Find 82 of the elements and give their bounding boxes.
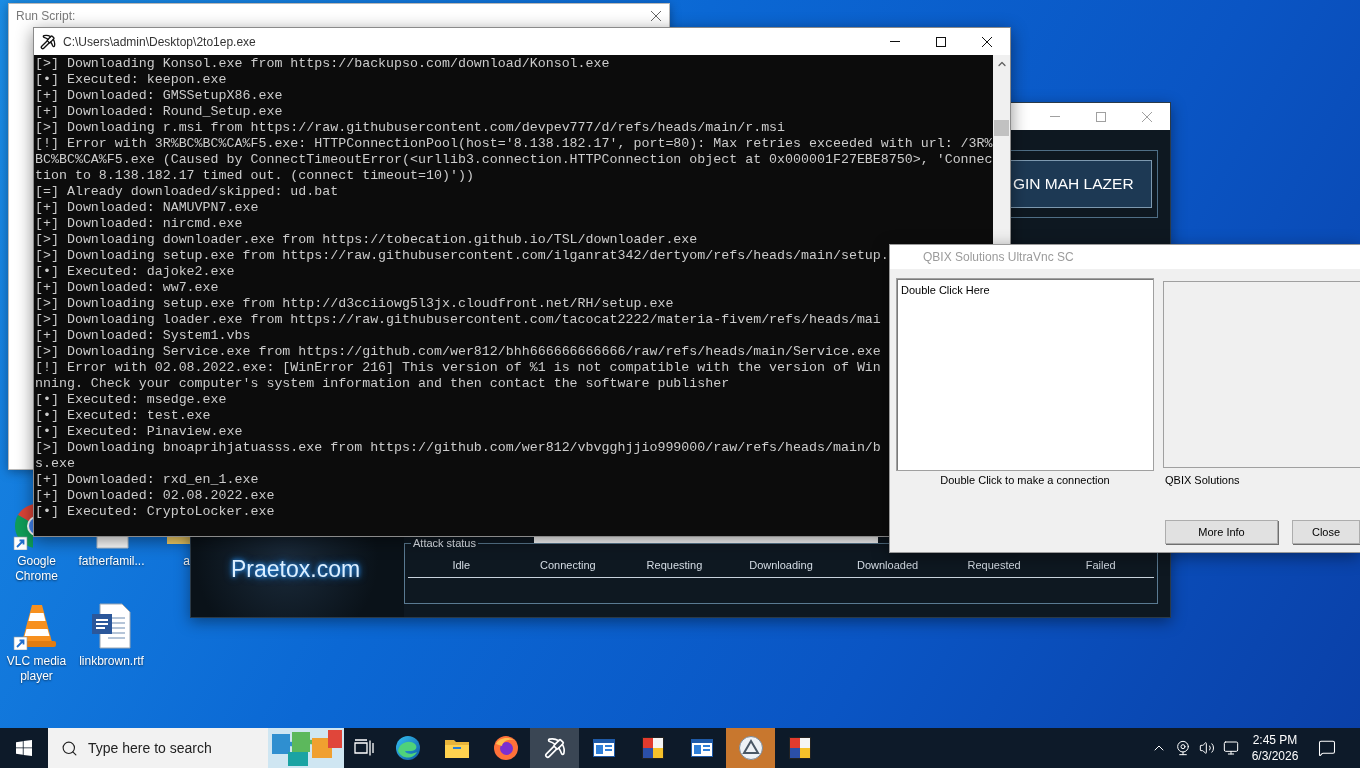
window-title: QBIX Solutions UltraVnc SC <box>923 249 1074 266</box>
console-line: [+] Downloaded: GMSSetupX86.exe <box>35 88 283 104</box>
maximize-icon <box>936 36 946 47</box>
console-line: s.exe <box>35 456 75 472</box>
window-icon <box>592 739 615 757</box>
console-line: [>] Downloading setup.exe from https://raw.githubusercontent.com/ilganrat342/dertyom/refs/heads/main/setup. <box>35 248 889 264</box>
edge-icon <box>395 736 420 760</box>
logo-text: Praetox.com <box>231 556 361 582</box>
group-title: Attack status <box>412 537 477 550</box>
tiles-icon <box>788 737 811 759</box>
console-line: [+] Downloaded: NAMUVPN7.exe <box>35 200 259 216</box>
pickaxe-icon <box>40 33 56 50</box>
console-line: [+] Downloaded: nircmd.exe <box>35 216 243 232</box>
column-header: Connecting <box>540 559 596 572</box>
console-line: [•] Executed: CryptoLocker.exe <box>35 504 275 520</box>
console-line: [+] Downloaded: ww7.exe <box>35 280 219 296</box>
list-box[interactable]: Double Click Here <box>896 278 1154 471</box>
minimize-icon <box>890 41 900 42</box>
speech-bubble-icon <box>1318 739 1336 757</box>
icon-label[interactable]: fatherfamil... <box>78 554 145 569</box>
console-line: [+] Downloaded: 02.08.2022.exe <box>35 488 275 504</box>
console-line: [+] Downloaded: System1.vbs <box>35 328 251 344</box>
console-line: [>] Downloading Service.exe from https://github.com/wer812/bhh666666666666/raw/refs/heads/main/Service.exe <box>35 344 881 360</box>
console-line: [•] Executed: msedge.exe <box>35 392 227 408</box>
dialog-button[interactable]: Close <box>1292 520 1360 544</box>
window-title: C:\Users\admin\Desktop\2to1ep.exe <box>63 33 256 51</box>
minimize-icon <box>1050 116 1060 117</box>
close-icon <box>1142 111 1152 122</box>
column-header: Idle <box>452 559 471 572</box>
webcam-icon <box>1175 740 1191 756</box>
dialog-button[interactable]: More Info <box>1165 520 1278 544</box>
clock[interactable]: 2:45 PM 6/3/2026 <box>1247 728 1303 768</box>
console-line: [>] Downloading Konsol.exe from https://backupso.com/download/Konsol.exe <box>35 56 610 72</box>
task-view-icon <box>353 739 374 757</box>
console-line: [>] Downloading downloader.exe from https://tobecation.github.io/TSL/downloader.exe <box>35 232 698 248</box>
scrollbar-thumb[interactable] <box>994 120 1009 136</box>
window-title: Run Script: <box>16 8 76 25</box>
icon-label[interactable]: Google Chrome <box>1 554 72 584</box>
column-header: Requested <box>967 559 1021 572</box>
console-line: [>] Downloading setup.exe from http://d3cciiowg5l3jx.cloudfront.net/RH/setup.exe <box>35 296 674 312</box>
console-line: [•] Executed: keepon.exe <box>35 72 227 88</box>
list-item[interactable]: Double Click Here <box>901 283 990 297</box>
console-line: [+] Downloaded: Round_Setup.exe <box>35 104 283 120</box>
column-header: Failed <box>1085 559 1116 572</box>
console-line: [•] Executed: test.exe <box>35 408 211 424</box>
search-icon <box>61 739 78 757</box>
console-line: [•] Executed: Pinaview.exe <box>35 424 243 440</box>
icon-label[interactable]: linkbrown.rtf <box>79 654 144 669</box>
console-line: [!] Error with 02.08.2022.exe: [WinError 216] This version of %1 is not compatible with the version of Win <box>35 360 881 376</box>
console-line: [!] Error with 3R%BC%BC%CA%F5.exe: HTTPConnectionPool(host='8.138.182.17', port=80): Max retries exceeded with url: /3R% <box>35 136 993 152</box>
console-line: tion to 8.138.182.17 timed out. (connect timeout=10)')) <box>35 168 474 184</box>
volume-icon <box>1199 740 1215 756</box>
puzzle-icon <box>268 728 344 768</box>
folder-icon <box>444 738 469 758</box>
close-icon <box>651 11 661 21</box>
column-header: Downloaded <box>857 559 919 572</box>
console-line: [>] Downloading bnoaprihjatuasss.exe from https://github.com/wer812/vbvgghjjio999000/raw/refs/heads/main/b <box>35 440 881 456</box>
console-line: BC%BC%CA%F5.exe (Caused by ConnectTimeoutError(<urllib3.connection.HTTPConnection object at 0x000001F27EBE8750>, 'Connec <box>35 152 993 168</box>
icon-label[interactable]: a <box>183 554 190 569</box>
maximize-icon <box>1096 111 1106 122</box>
console-line: [>] Downloading loader.exe from https://raw.githubusercontent.com/tacocat2222/materia-fivem/refs/heads/mai <box>35 312 881 328</box>
column-header: Downloading <box>749 559 813 572</box>
console-line: nning. Check your computer's system information and then contact the software publisher <box>35 376 730 392</box>
windows-logo-icon <box>16 740 32 756</box>
console-line: [=] Already downloaded/skipped: ud.bat <box>35 184 339 200</box>
tiles-icon <box>641 737 664 759</box>
taskbar-app-button[interactable] <box>530 728 579 768</box>
pickaxe-icon <box>543 737 566 759</box>
monitor-icon <box>1223 740 1239 756</box>
icon-label[interactable]: VLC media player <box>1 654 72 684</box>
console-line: [>] Downloading r.msi from https://raw.githubusercontent.com/devpev777/d/refs/heads/main/r.msi <box>35 120 786 136</box>
console-line: [•] Executed: dajoke2.exe <box>35 264 235 280</box>
window-icon <box>690 739 713 757</box>
firefox-icon <box>493 736 518 760</box>
caption-text: Double Click to make a connection <box>940 473 1110 487</box>
login-button[interactable]: GIN MAH LAZER <box>1011 160 1152 208</box>
taskbar-app-button[interactable] <box>726 728 775 768</box>
search-field[interactable]: Type here to search <box>48 728 344 768</box>
close-icon <box>982 36 992 47</box>
caption-text: QBIX Solutions <box>1165 473 1240 487</box>
console-line: [+] Downloaded: rxd_en_1.exe <box>35 472 259 488</box>
column-header: Requesting <box>646 559 703 572</box>
